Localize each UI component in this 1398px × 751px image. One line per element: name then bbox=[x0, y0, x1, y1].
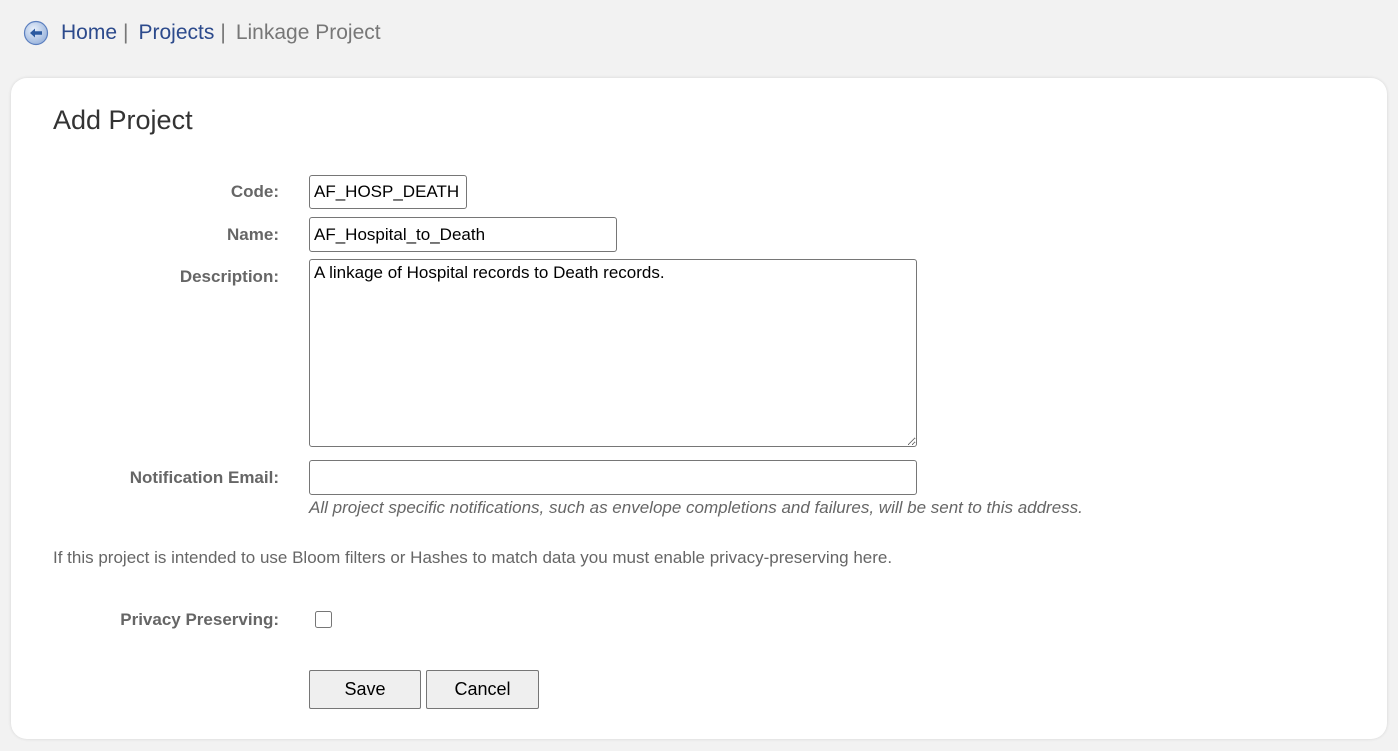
breadcrumb: Home | Projects | Linkage Project bbox=[23, 18, 381, 48]
privacy-note: If this project is intended to use Bloom… bbox=[53, 548, 893, 567]
breadcrumb-separator: | bbox=[220, 21, 226, 44]
add-project-panel: Add Project Code: Name: Description: A l… bbox=[11, 78, 1387, 739]
notification-email-label: Notification Email: bbox=[129, 468, 279, 487]
privacy-preserving-label: Privacy Preserving: bbox=[120, 610, 279, 629]
back-arrow-icon[interactable] bbox=[23, 20, 49, 46]
name-input[interactable] bbox=[309, 217, 617, 252]
description-textarea[interactable]: A linkage of Hospital records to Death r… bbox=[309, 259, 917, 447]
page-title: Add Project bbox=[53, 105, 193, 135]
privacy-preserving-checkbox[interactable] bbox=[315, 611, 332, 628]
description-label: Description: bbox=[179, 267, 279, 286]
code-input[interactable] bbox=[309, 175, 467, 209]
cancel-button[interactable]: Cancel bbox=[426, 670, 539, 709]
name-label: Name: bbox=[227, 225, 279, 244]
breadcrumb-current: Linkage Project bbox=[235, 21, 381, 44]
notification-email-input[interactable] bbox=[309, 460, 917, 495]
code-label: Code: bbox=[230, 182, 279, 201]
breadcrumb-separator: | bbox=[123, 21, 129, 44]
breadcrumb-projects-link[interactable]: Projects bbox=[139, 21, 215, 45]
notification-email-help: All project specific notifications, such… bbox=[309, 498, 1083, 517]
save-button[interactable]: Save bbox=[309, 670, 421, 709]
breadcrumb-home-link[interactable]: Home bbox=[61, 21, 117, 45]
